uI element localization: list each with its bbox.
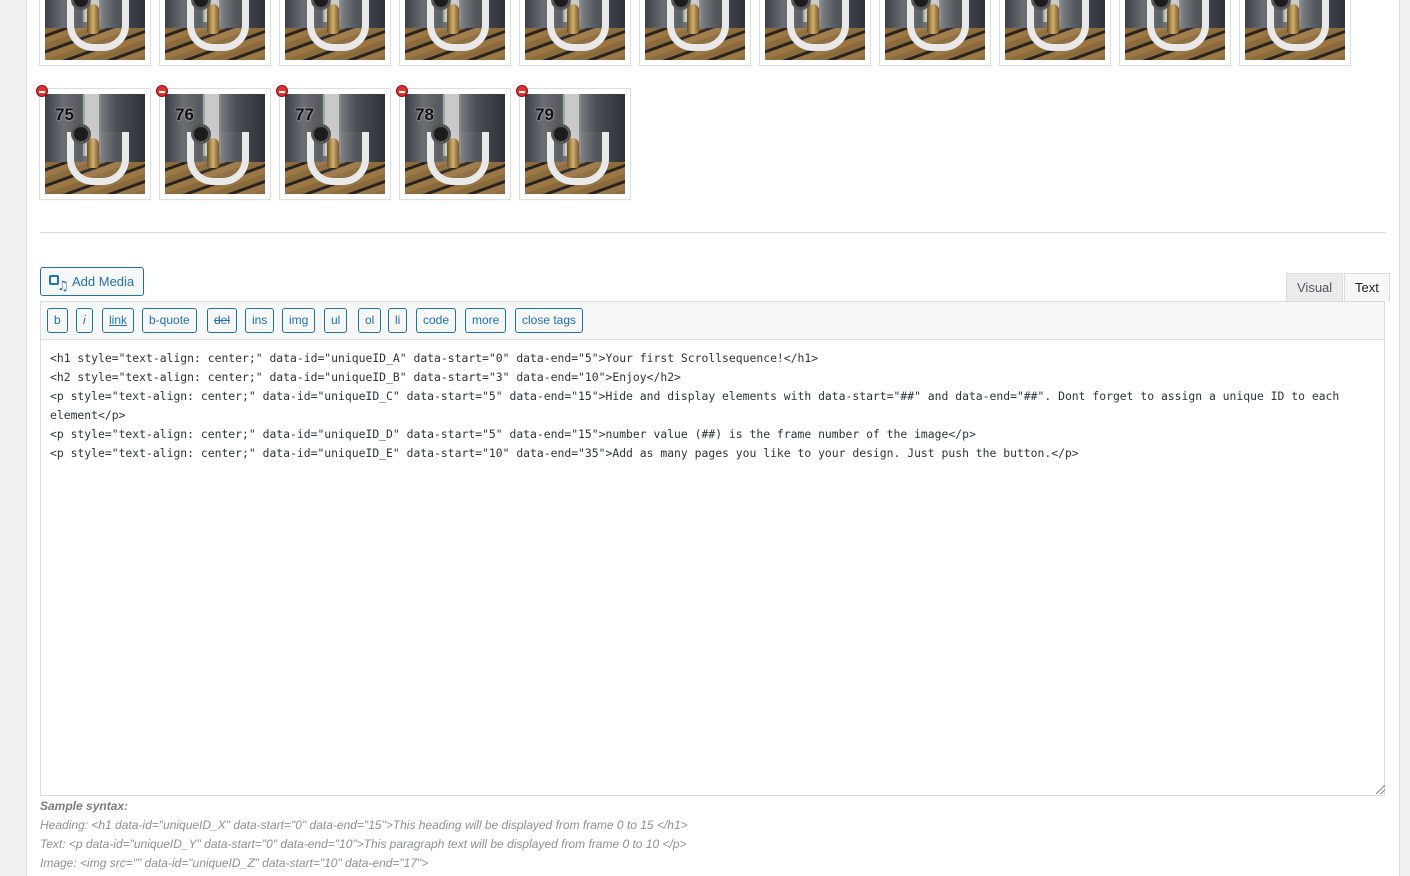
gallery-thumbnail[interactable]: 78 xyxy=(396,85,511,200)
help-heading-example: Heading: <h1 data-id="uniqueID_X" data-s… xyxy=(40,818,688,832)
remove-icon[interactable] xyxy=(36,85,48,97)
frame-number: 76 xyxy=(175,105,194,124)
remove-icon[interactable] xyxy=(156,85,168,97)
gallery-thumbnail[interactable]: 77 xyxy=(276,85,391,200)
qt-bold-button[interactable]: b xyxy=(47,308,68,333)
gallery-thumbnail[interactable] xyxy=(399,0,511,66)
resize-handle-icon[interactable] xyxy=(1376,785,1385,794)
gallery-thumbnail[interactable]: 76 xyxy=(156,85,271,200)
qt-code-button[interactable]: code xyxy=(416,308,457,333)
remove-icon[interactable] xyxy=(276,85,288,97)
add-media-button[interactable]: Add Media xyxy=(40,267,145,301)
frame-number: 78 xyxy=(415,105,434,124)
gallery-thumbnail[interactable] xyxy=(519,0,631,66)
media-icon xyxy=(49,273,69,301)
frame-image xyxy=(45,0,145,60)
frame-number: 77 xyxy=(295,105,314,124)
help-image-example: Image: <img src="" data-id="uniqueID_Z" … xyxy=(40,856,429,870)
frame-image xyxy=(885,0,985,60)
qt-close-tags-button[interactable]: close tags xyxy=(515,308,584,333)
frame-image xyxy=(165,0,265,60)
gallery-thumbnail[interactable]: 79 xyxy=(516,85,631,200)
divider xyxy=(40,232,1386,233)
qt-blockquote-button[interactable]: b-quote xyxy=(142,308,197,333)
frame-image xyxy=(765,0,865,60)
gallery-thumbnail[interactable] xyxy=(1119,0,1231,66)
frame-image xyxy=(285,0,385,60)
help-text-example: Text: <p data-id="uniqueID_Y" data-start… xyxy=(40,837,687,851)
qt-ol-button[interactable]: ol xyxy=(358,308,382,333)
tab-visual[interactable]: Visual xyxy=(1286,273,1344,301)
gallery-thumbnail[interactable] xyxy=(279,0,391,66)
add-media-label: Add Media xyxy=(72,273,135,289)
quicktags-toolbar: b i link b-quote del ins img ul ol li co… xyxy=(40,301,1385,339)
qt-img-button[interactable]: img xyxy=(282,308,316,333)
frame-image xyxy=(405,0,505,60)
qt-del-button[interactable]: del xyxy=(207,308,238,333)
help-heading: Sample syntax: xyxy=(40,799,129,813)
gallery-thumbnail[interactable] xyxy=(159,0,271,66)
frame-number: 79 xyxy=(535,105,554,124)
qt-link-button[interactable]: link xyxy=(102,308,135,333)
frame-number: 75 xyxy=(55,105,74,124)
sample-syntax-help: Sample syntax: Heading: <h1 data-id="uni… xyxy=(40,797,688,873)
gallery-thumbnail[interactable] xyxy=(639,0,751,66)
gallery-thumbnail[interactable]: 75 xyxy=(36,85,151,200)
gallery-thumbnail[interactable] xyxy=(879,0,991,66)
tab-text[interactable]: Text xyxy=(1344,273,1390,302)
gallery-thumbnail[interactable] xyxy=(999,0,1111,66)
remove-icon[interactable] xyxy=(516,85,528,97)
qt-li-button[interactable]: li xyxy=(388,308,408,333)
remove-icon[interactable] xyxy=(396,85,408,97)
qt-more-button[interactable]: more xyxy=(465,308,507,333)
frame-image xyxy=(645,0,745,60)
content-textarea[interactable]: <h1 style="text-align: center;" data-id=… xyxy=(40,339,1385,796)
frame-image xyxy=(1005,0,1105,60)
qt-ins-button[interactable]: ins xyxy=(245,308,275,333)
gallery-thumbnail[interactable] xyxy=(1239,0,1351,66)
qt-italic-button[interactable]: i xyxy=(76,308,93,333)
post-editor-panel: 75 76 77 78 79 Add Media Visual Text b i lin… xyxy=(26,0,1400,876)
frame-image xyxy=(525,0,625,60)
gallery-thumbnail[interactable] xyxy=(759,0,871,66)
frame-image xyxy=(1125,0,1225,60)
qt-ul-button[interactable]: ul xyxy=(324,308,348,333)
gallery-thumbnail[interactable] xyxy=(39,0,151,66)
frame-image xyxy=(1245,0,1345,60)
